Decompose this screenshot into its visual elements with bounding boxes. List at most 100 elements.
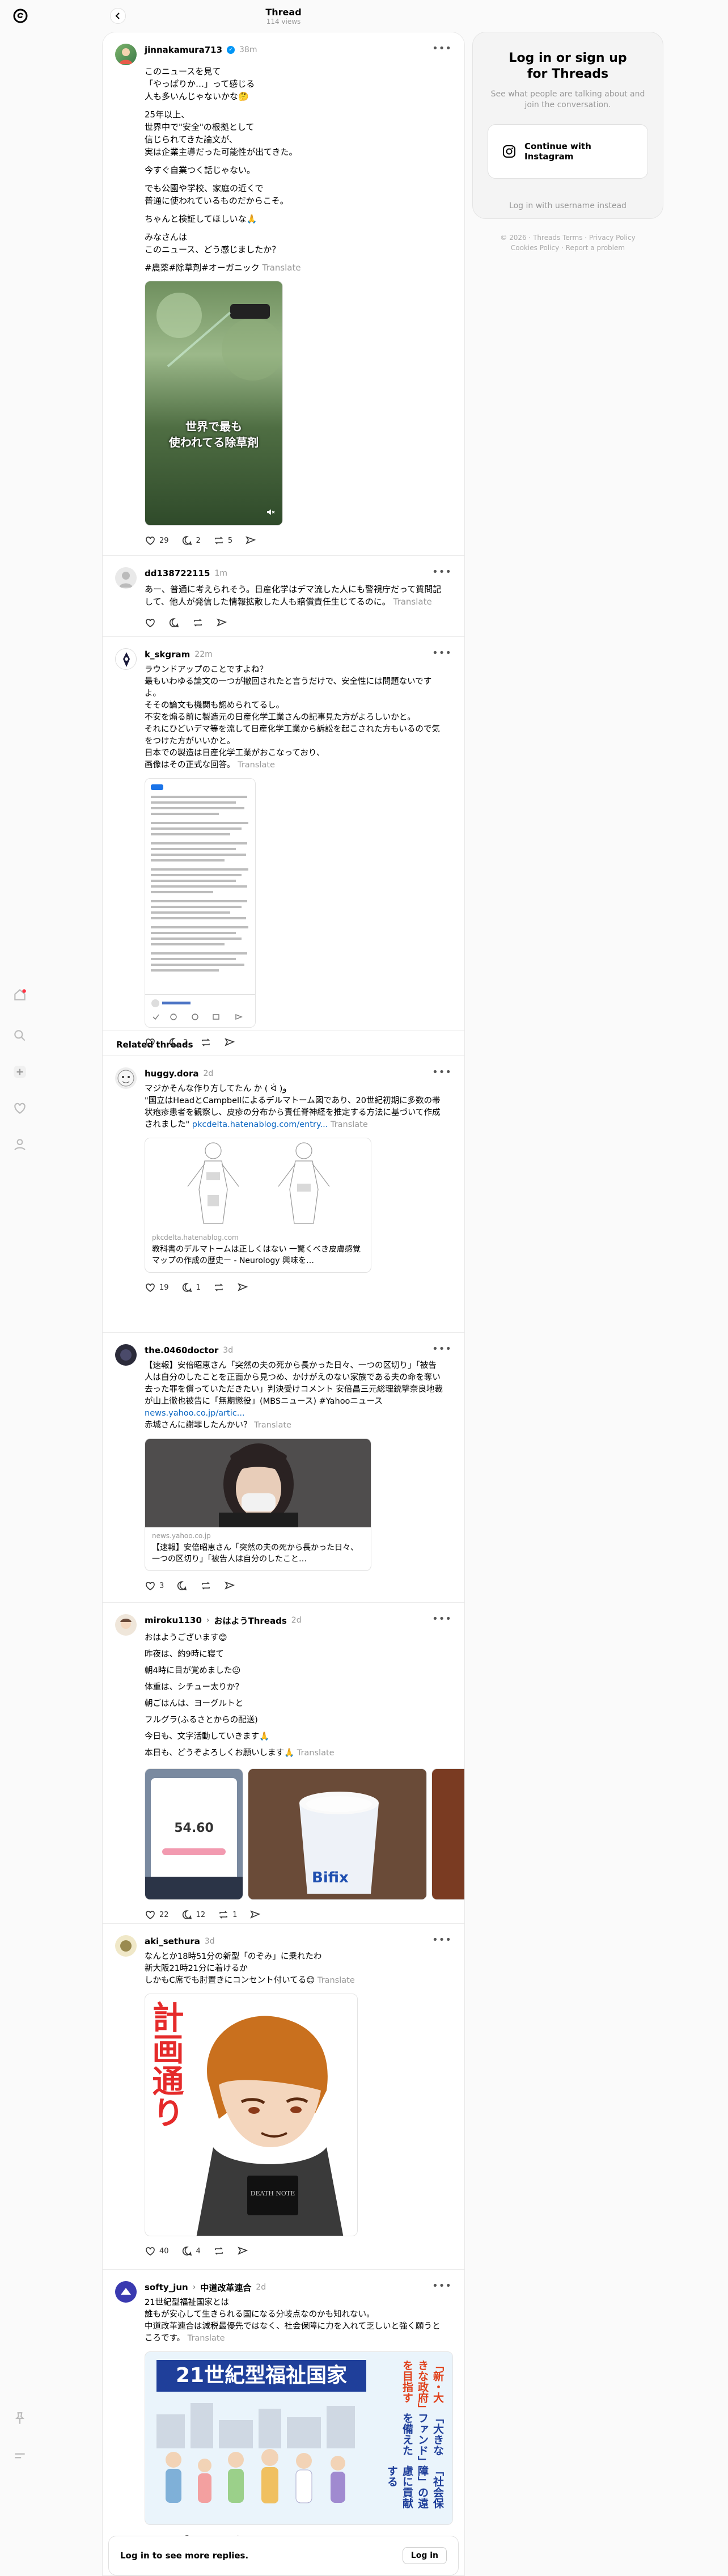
create-icon[interactable] [12,1064,28,1080]
share-button[interactable] [245,535,256,546]
continue-with-instagram-button[interactable]: Continue with Instagram [488,124,648,179]
reply-button[interactable]: 2 [181,535,201,546]
profile-icon[interactable] [12,1137,28,1152]
repost-button[interactable] [200,1037,211,1048]
reply-button[interactable] [168,617,180,628]
more-options-icon[interactable]: ••• [432,43,452,54]
post-line: 実は企業主導だった可能性が出てきた。 [145,147,298,157]
reply-button[interactable]: 12 [181,1909,205,1920]
post-line: そその論文も機関も認められてるし。 [145,701,285,710]
menu-icon[interactable] [12,2448,28,2464]
repost-button[interactable]: 5 [213,535,232,546]
mute-icon[interactable] [265,507,276,517]
translate-link[interactable]: Translate [238,761,275,770]
repost-button[interactable] [200,1580,211,1591]
reply-button[interactable]: 1 [181,1282,201,1293]
avatar[interactable] [115,567,137,589]
reply-button[interactable] [176,1580,188,1591]
username[interactable]: aki_sethura [145,1936,200,1946]
like-button[interactable]: 22 [145,1909,169,1920]
hashtags[interactable]: #農薬#除草剤#オーガニック [145,263,260,273]
translate-link[interactable]: Translate [254,1421,291,1430]
scale-screenshot[interactable]: 54.60 [145,1768,243,1900]
avatar[interactable] [115,1067,137,1089]
banner-image[interactable]: 21世紀型福祉国家 「社会保障」の遠慮に貢献する 「大きなファンド」を備えた 「… [145,2351,453,2525]
avatar[interactable] [115,648,137,670]
more-options-icon[interactable]: ••• [432,2280,452,2292]
figure-photo[interactable]: 計画通り DEATH NOTE [145,1994,358,2236]
reply-button[interactable]: 2 [168,1037,188,1048]
comment-icon [182,1283,192,1293]
share-button[interactable] [224,1580,235,1591]
post-link[interactable]: news.yahoo.co.jp/artic... [145,1409,245,1418]
translate-link[interactable]: Translate [331,1120,368,1129]
community-tag[interactable]: 中道改革連合 [200,2282,251,2294]
legal-line[interactable]: Cookies Policy · Report a problem [472,243,663,253]
translate-link[interactable]: Translate [188,2334,225,2343]
share-button[interactable] [237,1282,248,1293]
separator: › [192,2283,196,2292]
link-preview-card[interactable]: pkcdelta.hatenablog.com 教科書のデルマトームは正しくはな… [145,1138,371,1273]
translate-link[interactable]: Translate [297,1749,335,1758]
username[interactable]: miroku1130 [145,1615,202,1625]
avatar[interactable] [115,1344,137,1366]
username[interactable]: jinnakamura713 [145,45,222,55]
more-options-icon[interactable]: ••• [432,1343,452,1355]
username[interactable]: softy_jun [145,2282,188,2292]
username[interactable]: the.0460doctor [145,1345,218,1355]
post-link[interactable]: pkcdelta.hatenablog.com/entry... [192,1120,328,1129]
post-line: 最もいわゆる論文の一つが撤回されたと言うだけで、安全性には問題ないですよ。 [145,677,432,698]
like-button[interactable]: 3 [145,1580,164,1591]
post-line: 世界中で"安全"の根拠として [145,122,255,132]
more-options-icon[interactable]: ••• [432,566,452,578]
like-button[interactable]: 19 [145,1282,169,1293]
link-preview-card[interactable]: news.yahoo.co.jp 【速報】安倍昭恵さん「突然の夫の死から長かった… [145,1438,371,1571]
repost-button[interactable] [192,617,204,628]
login-button[interactable]: Log in [402,2547,447,2564]
more-options-icon[interactable]: ••• [432,1066,452,1078]
community-tag[interactable]: おはようThreads [214,1615,287,1627]
avatar[interactable] [115,2281,137,2303]
thread-feed: jinnakamura713 ✓ 38m ••• このニュースを見て 「やっぱり… [102,32,465,2576]
avatar[interactable] [115,44,137,65]
like-button[interactable] [145,1037,156,1048]
more-options-icon[interactable]: ••• [432,647,452,659]
search-icon[interactable] [12,1028,28,1044]
like-button[interactable]: 40 [145,2245,169,2257]
username[interactable]: k_skgram [145,649,190,660]
photo-carousel[interactable]: 54.60 Bifix [145,1768,464,1900]
avatar[interactable] [115,1614,137,1636]
threads-logo-icon[interactable] [12,8,28,24]
yogurt-photo[interactable]: Bifix [248,1768,427,1900]
more-options-icon[interactable]: ••• [432,1613,452,1625]
avatar[interactable] [115,1935,137,1957]
more-options-icon[interactable]: ••• [432,1934,452,1946]
repost-button[interactable] [213,1282,225,1293]
translate-link[interactable]: Translate [263,263,301,273]
username[interactable]: dd138722115 [145,568,210,578]
like-button[interactable]: 29 [145,535,169,546]
food-photo[interactable] [431,1768,464,1900]
share-button[interactable] [216,617,227,628]
home-icon[interactable] [12,987,28,1003]
heart-icon[interactable] [12,1100,28,1116]
login-prompt-bar: Log in to see more replies. Log in [108,2536,459,2575]
post-line: 不安を煽る前に製造元の日産化学工業さんの記事見た方がよろしいかと。 [145,713,416,722]
post-video[interactable]: 世界で最も 使われてる除草剤 [145,281,283,526]
translate-link[interactable]: Translate [318,1976,355,1985]
related-post: huggy.dora 2d ••• マジかそんな作り方してたん か ( ᐛ )و … [103,1056,464,1333]
share-button[interactable] [224,1037,235,1048]
share-button[interactable] [237,2245,248,2257]
reply-button[interactable]: 4 [181,2245,201,2257]
username[interactable]: huggy.dora [145,1069,199,1079]
share-button[interactable] [249,1909,261,1920]
like-button[interactable] [145,617,156,628]
username-login-link[interactable]: Log in with username instead [473,201,663,210]
legal-line[interactable]: © 2026 · Threads Terms · Privacy Policy [472,233,663,243]
repost-icon [214,2247,223,2255]
screenshot-image[interactable] [145,778,256,1028]
pin-icon[interactable] [12,2410,28,2426]
repost-button[interactable] [213,2245,225,2257]
translate-link[interactable]: Translate [393,597,432,607]
repost-button[interactable]: 1 [218,1909,237,1920]
